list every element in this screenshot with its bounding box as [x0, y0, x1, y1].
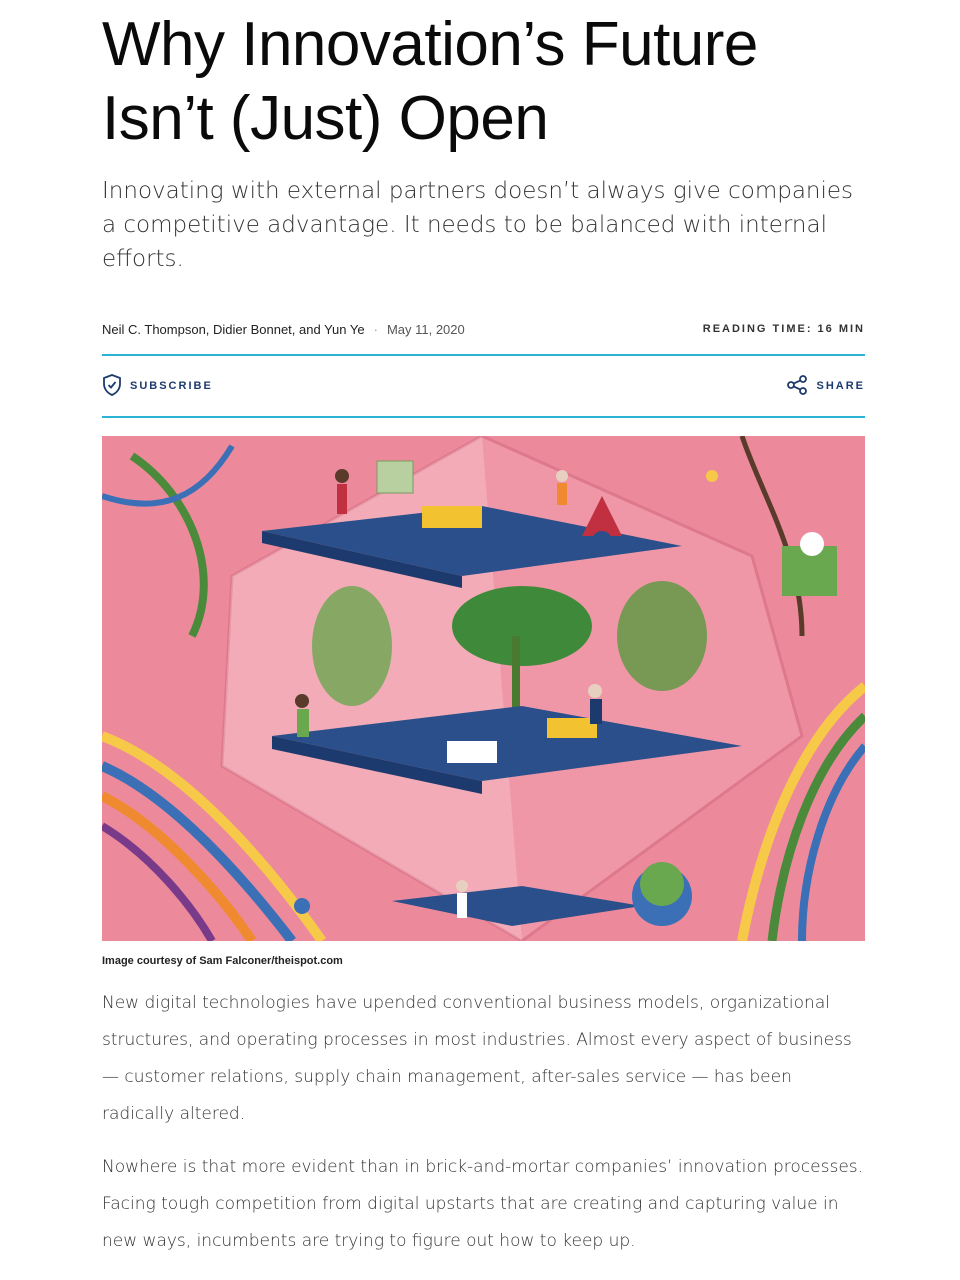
shield-icon — [102, 373, 122, 399]
article-meta: Neil C. Thompson, Didier Bonnet, and Yun… — [102, 316, 865, 342]
subscribe-label: SUBSCRIBE — [130, 380, 213, 392]
article-dek: Innovating with external partners doesn’… — [102, 178, 854, 272]
illustration-image — [102, 436, 865, 941]
share-label: SHARE — [816, 380, 865, 392]
byline-separator: · — [373, 321, 378, 337]
body-paragraph: New digital technologies have upended co… — [102, 993, 852, 1124]
reading-time: READING TIME: 16 MIN — [702, 323, 865, 335]
article-title: Why Innovation’s Future Isn’t (Just) Ope… — [102, 10, 758, 153]
subscribe-button[interactable]: SUBSCRIBE — [102, 373, 213, 399]
publish-date: May 11, 2020 — [386, 321, 465, 337]
authors[interactable]: Neil C. Thompson, Didier Bonnet, and Yun… — [102, 322, 365, 337]
article: Why Innovation’s Future Isn’t (Just) Ope… — [102, 0, 865, 1260]
byline: Neil C. Thompson, Didier Bonnet, and Yun… — [102, 322, 465, 337]
share-icon — [786, 374, 808, 398]
body-paragraph: Nowhere is that more evident than in bri… — [102, 1157, 864, 1251]
share-button[interactable]: SHARE — [786, 374, 865, 398]
action-bar: SUBSCRIBE SHARE — [102, 354, 865, 418]
image-caption: Image courtesy of Sam Falconer/theispot.… — [102, 955, 343, 967]
article-body: New digital technologies have upended co… — [102, 985, 865, 1260]
hero-illustration — [102, 436, 865, 941]
